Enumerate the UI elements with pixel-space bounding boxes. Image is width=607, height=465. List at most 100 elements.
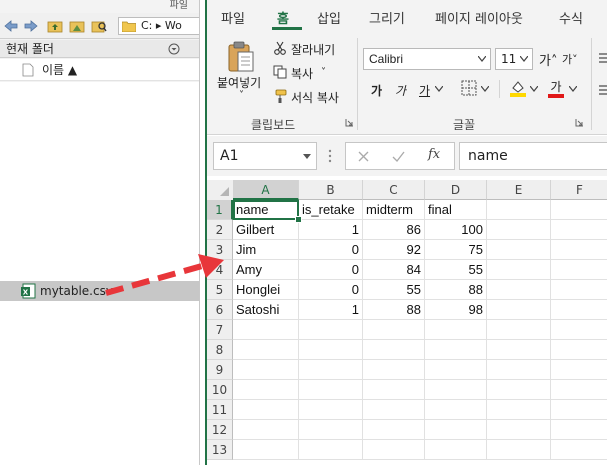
table-cell[interactable]	[363, 360, 425, 380]
paste-icon[interactable]	[225, 40, 257, 74]
table-cell[interactable]	[487, 440, 551, 460]
table-cell[interactable]: Satoshi	[233, 300, 299, 320]
table-cell[interactable]	[233, 440, 299, 460]
table-cell[interactable]	[487, 420, 551, 440]
table-cell[interactable]: 86	[363, 220, 425, 240]
forward-arrow-icon[interactable]	[23, 18, 39, 34]
insert-function-button[interactable]: fx	[428, 147, 440, 162]
align-icon[interactable]	[599, 84, 607, 96]
font-name-select[interactable]: Calibri	[363, 48, 491, 70]
table-cell[interactable]	[299, 420, 363, 440]
column-header-b[interactable]: B	[299, 180, 363, 200]
row-header[interactable]: 10	[207, 380, 233, 400]
table-cell[interactable]	[487, 200, 551, 220]
row-header[interactable]: 8	[207, 340, 233, 360]
table-cell[interactable]: 75	[425, 240, 487, 260]
splitter-dots-icon[interactable]	[328, 148, 332, 164]
column-header-a[interactable]: A	[233, 180, 299, 200]
tab-page-layout[interactable]: 페이지 레이아웃	[435, 8, 523, 27]
table-cell[interactable]	[551, 340, 607, 360]
table-cell[interactable]	[551, 220, 607, 240]
table-cell[interactable]: 88	[425, 280, 487, 300]
tab-insert[interactable]: 삽입	[317, 8, 341, 27]
current-path-field[interactable]: C: ▸ Wo	[118, 17, 199, 35]
row-header[interactable]: 7	[207, 320, 233, 340]
select-all-corner[interactable]	[207, 180, 234, 201]
table-cell[interactable]: 0	[299, 240, 363, 260]
table-cell[interactable]	[425, 340, 487, 360]
chevron-down-icon[interactable]	[530, 86, 538, 92]
table-cell[interactable]: Honglei	[233, 280, 299, 300]
cut-button[interactable]: 잘라내기	[291, 41, 335, 58]
table-cell[interactable]	[425, 320, 487, 340]
table-cell[interactable]	[363, 420, 425, 440]
table-cell[interactable]	[551, 240, 607, 260]
copy-button[interactable]: 복사	[291, 65, 313, 82]
table-cell[interactable]	[551, 280, 607, 300]
row-header[interactable]: 11	[207, 400, 233, 420]
column-header-e[interactable]: E	[487, 180, 551, 200]
font-color-icon[interactable]: 가	[547, 78, 565, 98]
table-cell[interactable]: Gilbert	[233, 220, 299, 240]
table-cell[interactable]: Amy	[233, 260, 299, 280]
chevron-down-icon[interactable]	[569, 86, 577, 92]
table-cell[interactable]	[299, 320, 363, 340]
copy-dropdown[interactable]: ˅	[321, 67, 326, 78]
font-size-select[interactable]: 11	[495, 48, 533, 70]
table-cell[interactable]	[363, 400, 425, 420]
table-cell[interactable]	[551, 320, 607, 340]
name-column-header[interactable]: 이름 ▲	[0, 59, 199, 81]
align-icon[interactable]	[599, 52, 607, 64]
table-cell[interactable]	[363, 340, 425, 360]
table-cell[interactable]: 100	[425, 220, 487, 240]
chevron-down-icon[interactable]	[481, 86, 489, 92]
table-cell[interactable]: 1	[299, 300, 363, 320]
table-cell[interactable]	[425, 360, 487, 380]
table-cell[interactable]	[363, 380, 425, 400]
table-cell[interactable]	[425, 440, 487, 460]
table-cell[interactable]	[233, 380, 299, 400]
table-cell[interactable]: 55	[425, 260, 487, 280]
table-cell[interactable]	[233, 360, 299, 380]
table-cell[interactable]	[487, 400, 551, 420]
table-cell[interactable]: 84	[363, 260, 425, 280]
row-header[interactable]: 9	[207, 360, 233, 380]
table-cell[interactable]	[551, 300, 607, 320]
table-cell[interactable]	[551, 420, 607, 440]
clipboard-launcher-icon[interactable]	[345, 118, 354, 127]
table-cell[interactable]	[299, 360, 363, 380]
italic-button[interactable]: 가	[395, 82, 406, 99]
row-header[interactable]: 12	[207, 420, 233, 440]
up-folder-icon[interactable]	[47, 18, 63, 34]
panel-menu-icon[interactable]	[168, 43, 180, 55]
border-icon[interactable]	[461, 80, 477, 96]
table-cell[interactable]	[363, 320, 425, 340]
formula-input[interactable]: name	[459, 142, 607, 170]
name-box[interactable]: A1	[213, 142, 317, 170]
fill-handle[interactable]	[295, 216, 302, 223]
table-cell[interactable]	[551, 360, 607, 380]
table-cell[interactable]	[299, 380, 363, 400]
fill-color-icon[interactable]	[509, 79, 527, 97]
table-cell[interactable]	[551, 260, 607, 280]
table-cell[interactable]	[551, 440, 607, 460]
browse-folder-icon[interactable]	[69, 18, 85, 34]
table-cell[interactable]	[551, 200, 607, 220]
row-header[interactable]: 2	[207, 220, 233, 240]
paste-button[interactable]: 붙여넣기	[217, 74, 261, 91]
table-cell[interactable]	[551, 380, 607, 400]
table-cell[interactable]: final	[425, 200, 487, 220]
table-cell[interactable]	[487, 280, 551, 300]
search-folder-icon[interactable]	[91, 18, 107, 34]
bold-button[interactable]: 가	[371, 82, 382, 99]
table-cell[interactable]	[299, 400, 363, 420]
table-cell[interactable]	[233, 340, 299, 360]
table-cell[interactable]: is_retake	[299, 200, 363, 220]
table-cell[interactable]	[551, 400, 607, 420]
table-cell[interactable]	[425, 400, 487, 420]
font-launcher-icon[interactable]	[575, 118, 584, 127]
format-painter-button[interactable]: 서식 복사	[291, 89, 339, 106]
tab-file[interactable]: 파일	[221, 8, 245, 27]
column-header-d[interactable]: D	[425, 180, 487, 200]
table-cell[interactable]: 88	[363, 300, 425, 320]
